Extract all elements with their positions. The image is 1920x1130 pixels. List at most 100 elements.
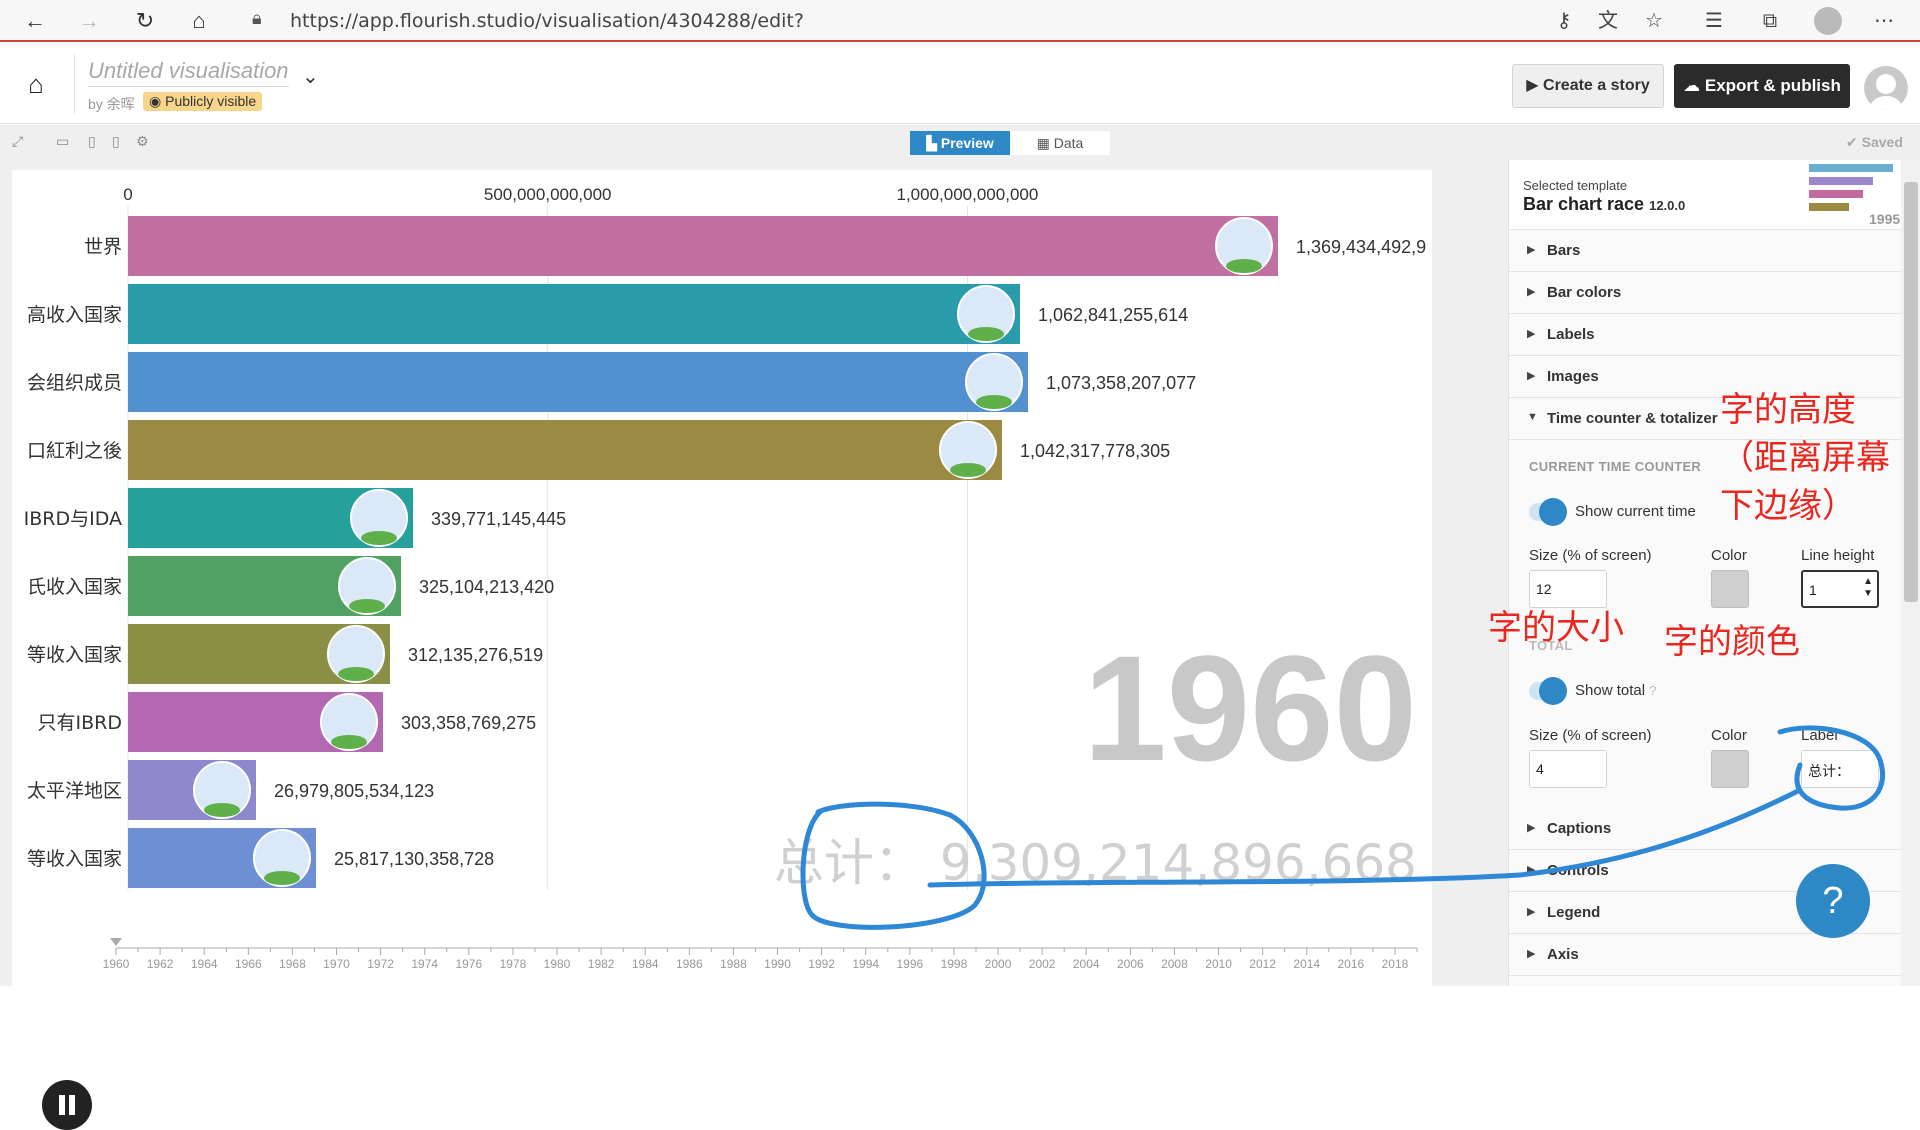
- show-total-text: Show total: [1575, 682, 1646, 699]
- bar-image-grass: [349, 599, 385, 613]
- category-label: 等收入国家: [27, 848, 122, 870]
- total-size-label: Size (% of screen): [1529, 727, 1652, 744]
- desktop-view-icon[interactable]: ▭: [56, 133, 69, 150]
- template-name-text: Bar chart race: [1523, 194, 1645, 214]
- selected-template[interactable]: Selected template Bar chart race 12.0.0 …: [1509, 160, 1901, 230]
- fullscreen-icon[interactable]: ⤢: [12, 133, 23, 150]
- section-labels[interactable]: ▶ Labels: [1509, 314, 1901, 356]
- bar-image-grass: [976, 395, 1012, 409]
- preview-toolbar: ⤢ ▭ ▯ ▯ ⚙ ▙ Preview ▦ Data ✔ Saved: [0, 125, 1920, 160]
- show-current-time-toggle[interactable]: [1529, 498, 1567, 526]
- value-label: 303,358,769,275: [401, 713, 536, 733]
- value-label: 1,062,841,255,614: [1038, 305, 1188, 325]
- visibility-badge[interactable]: ◉ Publicly visible: [143, 92, 263, 111]
- home-button[interactable]: ⌂: [20, 68, 52, 100]
- help-circle-icon[interactable]: ?: [1649, 683, 1656, 698]
- timeline-year-label: 2000: [985, 957, 1012, 971]
- lock-icon[interactable]: 🔒︎: [252, 8, 262, 29]
- gear-icon[interactable]: ⚙: [136, 133, 149, 150]
- section-label: Bars: [1547, 242, 1581, 259]
- timeline-handle: [110, 938, 122, 946]
- category-label: 世界: [84, 236, 122, 258]
- create-story-label: Create a story: [1543, 77, 1650, 94]
- timeline-year-label: 2004: [1073, 957, 1100, 971]
- time-size-input[interactable]: 12: [1529, 570, 1607, 608]
- chevron-right-icon: ▶: [1527, 948, 1536, 960]
- chevron-right-icon: ▶: [1527, 906, 1536, 918]
- bar-image-grass: [950, 463, 986, 477]
- section-label: Controls: [1547, 862, 1609, 879]
- show-total-label: Show total ?: [1575, 682, 1656, 699]
- timeline-year-label: 2016: [1337, 957, 1364, 971]
- key-icon[interactable]: ⚷: [1550, 7, 1578, 35]
- visualisation-title[interactable]: Untitled visualisation: [88, 58, 289, 87]
- mobile-view-icon[interactable]: ▯: [112, 133, 120, 150]
- timeline-year-label: 1970: [323, 957, 350, 971]
- section-bars[interactable]: ▶ Bars: [1509, 230, 1901, 272]
- favorite-star-icon[interactable]: ☆: [1640, 7, 1668, 35]
- chevron-right-icon: ▶: [1527, 286, 1536, 298]
- tab-data[interactable]: ▦ Data: [1010, 131, 1110, 155]
- address-bar[interactable]: https://app.flourish.studio/visualisatio…: [290, 10, 804, 32]
- show-current-time-label: Show current time: [1575, 503, 1696, 520]
- play-box-icon: ▶: [1526, 77, 1544, 94]
- chart-icon: ▙: [926, 135, 941, 151]
- section-captions[interactable]: ▶ Captions: [1509, 808, 1901, 850]
- template-label: Selected template: [1523, 178, 1628, 193]
- line-height-input[interactable]: 1 ▲ ▼: [1801, 570, 1879, 608]
- help-button[interactable]: ?: [1796, 864, 1870, 938]
- x-tick-label: 0: [123, 185, 132, 204]
- chevron-right-icon: ▶: [1527, 370, 1536, 382]
- chevron-right-icon: ▶: [1527, 244, 1536, 256]
- timeline-year-label: 1998: [941, 957, 968, 971]
- total-color-label: Color: [1711, 727, 1747, 744]
- collections-icon[interactable]: ⧉: [1756, 7, 1784, 35]
- more-menu-icon[interactable]: ⋯: [1870, 7, 1898, 35]
- browser-profile-avatar[interactable]: [1814, 7, 1842, 35]
- x-tick-label: 1,000,000,000,000: [897, 185, 1039, 204]
- stepper-icon[interactable]: ▲ ▼: [1863, 576, 1873, 600]
- show-total-toggle[interactable]: [1529, 677, 1567, 705]
- refresh-icon[interactable]: ↻: [130, 6, 160, 36]
- total-size-input[interactable]: 4: [1529, 750, 1607, 788]
- section-axis[interactable]: ▶ Axis: [1509, 934, 1901, 976]
- back-icon[interactable]: ←: [20, 6, 50, 36]
- translate-icon[interactable]: 文: [1594, 7, 1622, 35]
- category-label: 会组织成员: [27, 372, 122, 394]
- value-label: 1,042,317,778,305: [1020, 441, 1170, 461]
- bar-image-grass: [1226, 259, 1262, 273]
- timeline-year-label: 2014: [1293, 957, 1320, 971]
- user-avatar[interactable]: [1864, 66, 1908, 110]
- browser-toolbar: ← → ↻ ⌂ 🔒︎ https://app.flourish.studio/v…: [0, 0, 1920, 42]
- bar-image-grass: [204, 803, 240, 817]
- chevron-down-icon[interactable]: ⌄: [302, 64, 319, 89]
- total-label-input[interactable]: 总计：: [1801, 750, 1879, 788]
- tablet-view-icon[interactable]: ▯: [88, 133, 96, 150]
- time-color-swatch[interactable]: [1711, 570, 1749, 608]
- timeline-year-label: 1968: [279, 957, 306, 971]
- timeline-year-label: 1976: [455, 957, 482, 971]
- export-publish-label: Export & publish: [1704, 76, 1841, 95]
- timeline-year-label: 1986: [676, 957, 703, 971]
- header-divider: [74, 54, 75, 114]
- create-story-button[interactable]: ▶ Create a story: [1512, 64, 1664, 108]
- timeline-year-label: 1966: [235, 957, 262, 971]
- annotation-text-height: 字的高度 （距离屏幕 下边缘）: [1720, 390, 1890, 526]
- tab-preview[interactable]: ▙ Preview: [910, 131, 1010, 155]
- section-bar-colors[interactable]: ▶ Bar colors: [1509, 272, 1901, 314]
- export-publish-button[interactable]: ☁ Export & publish: [1674, 64, 1850, 108]
- forward-icon[interactable]: →: [74, 6, 104, 36]
- section-label: Images: [1547, 368, 1599, 385]
- author-byline: by 余晖: [88, 96, 135, 112]
- category-label: 氏收入国家: [27, 576, 122, 598]
- panel-scrollbar-thumb[interactable]: [1904, 182, 1918, 602]
- timeline-year-label: 2018: [1382, 957, 1409, 971]
- preview-area: 0 500,000,000,000 1,000,000,000,000 世界 1,369…: [0, 160, 1508, 1130]
- home-icon[interactable]: ⌂: [184, 6, 214, 36]
- favorites-list-icon[interactable]: ☰: [1700, 7, 1728, 35]
- time-counter: 1960: [1083, 624, 1417, 792]
- pause-button[interactable]: [42, 1080, 92, 1130]
- total-color-swatch[interactable]: [1711, 750, 1749, 788]
- value-label: 339,771,145,445: [431, 509, 566, 529]
- visibility-label: Publicly visible: [165, 93, 257, 109]
